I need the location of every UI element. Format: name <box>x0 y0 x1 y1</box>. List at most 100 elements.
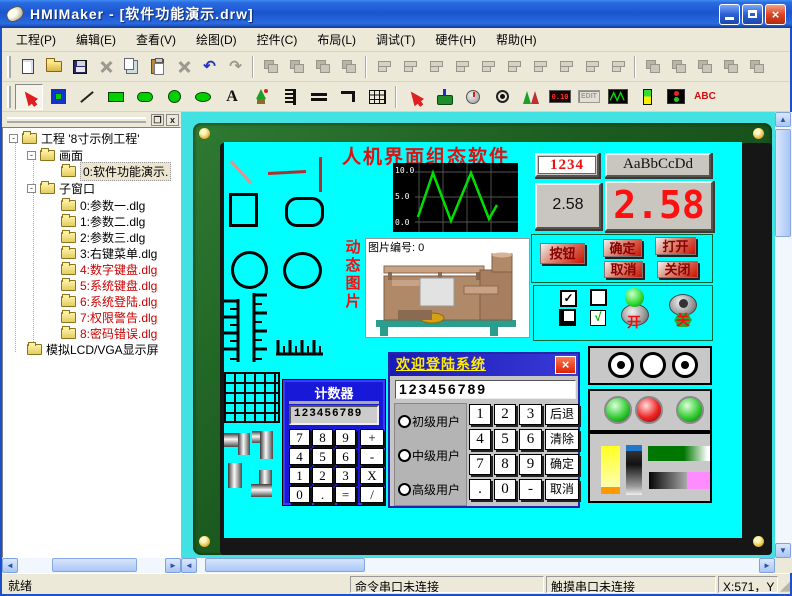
counter-key-8[interactable]: 8 <box>312 429 333 446</box>
tree-expander[interactable]: - <box>9 134 18 143</box>
ok-button[interactable]: 确定 <box>603 239 642 257</box>
radio-basic-user[interactable]: 初级用户 <box>398 412 460 430</box>
bring-front-button[interactable] <box>258 55 283 79</box>
send-back-button[interactable] <box>284 55 309 79</box>
numeric-display-button[interactable]: 0.10 <box>546 84 574 110</box>
edit-box-button[interactable]: EDIT <box>575 84 603 110</box>
tree-item-label[interactable]: 3:右键菜单.dlg <box>80 245 157 262</box>
login-key-8[interactable]: 8 <box>494 454 516 475</box>
tree-item-dlg2[interactable]: 2:参数三.dlg <box>61 229 145 245</box>
tree-item-demo-screen[interactable]: 0:软件功能演示. <box>61 163 171 179</box>
tree-item-dlg0[interactable]: 0:参数一.dlg <box>61 197 145 213</box>
same-height-button[interactable] <box>527 55 552 79</box>
maximize-button[interactable] <box>742 4 763 25</box>
vertical-bar-dark[interactable] <box>626 451 642 495</box>
align-top-button[interactable] <box>397 55 422 79</box>
move-down-button[interactable] <box>336 55 361 79</box>
select-tool-button[interactable] <box>15 84 43 110</box>
indicator-lamp-center[interactable] <box>640 352 666 378</box>
project-panel-titlebar[interactable]: ❐ x <box>2 112 181 127</box>
counter-key-4[interactable]: 4 <box>289 448 310 465</box>
tree-item-dlg6[interactable]: 6:系统登陆.dlg <box>61 293 157 309</box>
menu-view[interactable]: 查看(V) <box>126 29 186 50</box>
center-horizontal-button[interactable] <box>449 55 474 79</box>
cancel-button[interactable]: 取消 <box>604 261 643 278</box>
login-key-cancel[interactable]: 取消 <box>545 479 579 500</box>
checkbox-checked[interactable]: ✓ <box>560 290 577 307</box>
tree-item-subwindows[interactable]: - 子窗口 <box>27 180 95 196</box>
scroll-right-button[interactable]: ► <box>759 558 775 573</box>
menu-hardware[interactable]: 硬件(H) <box>425 29 486 50</box>
fill-shape-tool-button[interactable] <box>44 84 72 110</box>
led-green-left[interactable] <box>604 396 632 424</box>
login-key-2[interactable]: 2 <box>494 404 516 425</box>
menu-project[interactable]: 工程(P) <box>6 29 66 50</box>
hmi-screen[interactable]: 人机界面组态软件 <box>224 142 742 538</box>
counter-key-7[interactable]: 7 <box>289 429 310 446</box>
scroll-left-button[interactable]: ◄ <box>2 558 18 573</box>
checkbox-empty[interactable] <box>590 289 607 306</box>
scale-tool-button[interactable] <box>276 84 304 110</box>
text-tool-button[interactable]: A <box>218 84 246 110</box>
picture-tool-button[interactable] <box>247 84 275 110</box>
counter-key-3[interactable]: 3 <box>335 467 356 484</box>
cut-button[interactable] <box>93 55 118 79</box>
bar-graph-button[interactable] <box>633 84 661 110</box>
radio-icon[interactable] <box>398 449 411 462</box>
counter-key-divide[interactable]: / <box>360 486 384 503</box>
delete-button[interactable] <box>171 55 196 79</box>
login-key-ok[interactable]: 确定 <box>545 454 579 475</box>
same-size-button[interactable] <box>553 55 578 79</box>
canvas-hscrollbar[interactable]: ◄ ► <box>181 558 775 573</box>
indicator-control-button[interactable] <box>488 84 516 110</box>
tree-item-label[interactable]: 0:参数一.dlg <box>80 197 145 214</box>
tree-item-dlg4[interactable]: 4:数字键盘.dlg <box>61 261 157 277</box>
scroll-down-button[interactable]: ▼ <box>775 543 791 558</box>
new-file-button[interactable] <box>15 55 40 79</box>
layout-grid-button[interactable] <box>640 55 665 79</box>
canvas-vscrollbar[interactable]: ▲ ▼ <box>775 112 792 558</box>
login-key-3[interactable]: 3 <box>519 404 542 425</box>
layout-ungroup-button[interactable] <box>744 55 769 79</box>
login-key-dot[interactable]: . <box>469 479 491 500</box>
demo-button[interactable]: 按钮 <box>540 243 585 264</box>
tree-item-label[interactable]: 4:数字键盘.dlg <box>80 261 157 278</box>
sketch-line-vertical[interactable] <box>319 157 322 192</box>
design-canvas[interactable]: 人机界面组态软件 <box>181 112 775 558</box>
button-control-button[interactable] <box>430 84 458 110</box>
login-key-9[interactable]: 9 <box>519 454 542 475</box>
radio-advanced-user[interactable]: 高级用户 <box>398 480 460 498</box>
counter-key-multiply[interactable]: X <box>360 467 384 484</box>
trend-chart[interactable]: 10.0 5.0 0.0 <box>393 163 518 232</box>
checkbox-green-check[interactable]: √ <box>590 310 606 326</box>
rounded-rect-shape[interactable] <box>285 197 324 227</box>
login-password-field[interactable]: 123456789 <box>395 380 576 399</box>
menu-help[interactable]: 帮助(H) <box>486 29 547 50</box>
pipe-segment[interactable] <box>228 463 242 488</box>
panel-close-button[interactable]: x <box>166 114 179 126</box>
vertical-ruler-right[interactable] <box>252 293 268 362</box>
align-left-button[interactable] <box>371 55 396 79</box>
counter-key-5[interactable]: 5 <box>312 448 333 465</box>
center-vertical-button[interactable] <box>475 55 500 79</box>
login-title[interactable]: 欢迎登陆系统 <box>390 354 578 376</box>
tree-item-label[interactable]: 模拟LCD/VGA显示屏 <box>46 341 159 358</box>
tree-hscroll-thumb[interactable] <box>52 558 137 572</box>
tree-item-label[interactable]: 子窗口 <box>59 180 95 197</box>
tree-item-label[interactable]: 0:软件功能演示. <box>80 162 171 181</box>
animation-control-button[interactable] <box>517 84 545 110</box>
tree-item-label[interactable]: 1:参数二.dlg <box>80 213 145 230</box>
rounded-rect-tool-button[interactable] <box>131 84 159 110</box>
tree-item-dlg5[interactable]: 5:系统键盘.dlg <box>61 277 157 293</box>
scroll-up-button[interactable]: ▲ <box>775 112 791 127</box>
ellipse-tool-button[interactable] <box>189 84 217 110</box>
counter-key-dot[interactable]: . <box>312 486 333 503</box>
counter-key-plus[interactable]: + <box>360 429 384 446</box>
login-key-4[interactable]: 4 <box>469 429 491 450</box>
login-close-button[interactable]: × <box>555 356 576 374</box>
vertical-ruler-left[interactable] <box>224 299 240 362</box>
led-green-right[interactable] <box>676 396 704 424</box>
login-key-7[interactable]: 7 <box>469 454 491 475</box>
login-key-back[interactable]: 后退 <box>545 404 579 425</box>
login-key-0[interactable]: 0 <box>494 479 516 500</box>
